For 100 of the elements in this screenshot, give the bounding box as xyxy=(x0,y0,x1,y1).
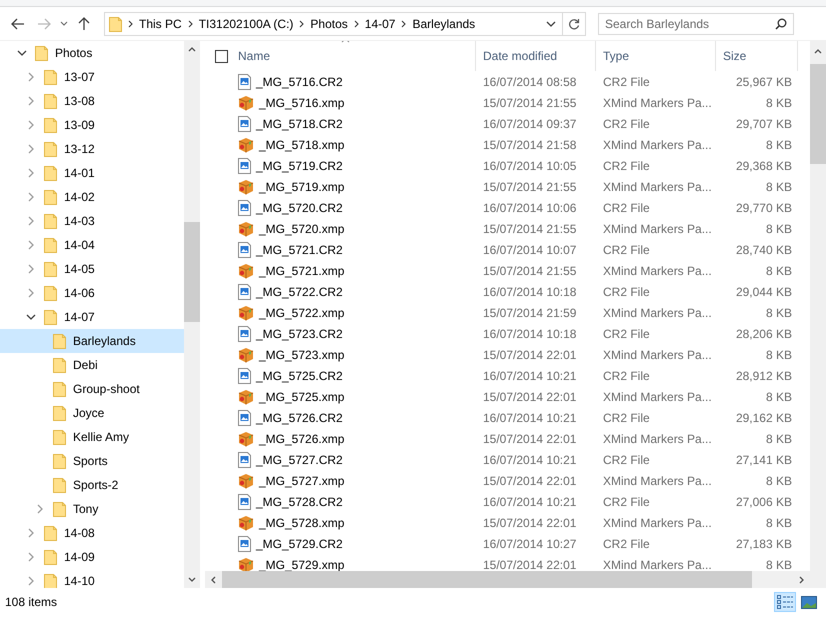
file-name[interactable]: _MG_5727.xmp xyxy=(205,472,476,488)
tree-item[interactable]: 14-05 xyxy=(0,257,184,281)
file-name[interactable]: _MG_5725.xmp xyxy=(205,388,476,404)
file-name[interactable]: _MG_5728.xmp xyxy=(205,514,476,530)
file-name[interactable]: _MG_5720.CR2 xyxy=(205,200,476,216)
chevron-right-icon[interactable] xyxy=(28,96,34,106)
scroll-right-icon[interactable] xyxy=(799,576,804,584)
chevron-down-icon[interactable] xyxy=(26,314,36,320)
file-name[interactable]: _MG_5723.xmp xyxy=(205,346,476,362)
size-cell-text: 8 KB xyxy=(764,138,793,152)
tree-item[interactable]: Sports xyxy=(0,449,184,473)
chevron-right-icon[interactable] xyxy=(28,528,34,538)
tree-item[interactable]: Kellie Amy xyxy=(0,425,184,449)
file-list-scrollbar[interactable] xyxy=(810,41,826,571)
breadcrumb[interactable]: This PC xyxy=(139,16,182,30)
file-name[interactable]: _MG_5729.CR2 xyxy=(205,536,476,552)
file-name[interactable]: _MG_5721.xmp xyxy=(205,262,476,278)
chevron-right-icon[interactable] xyxy=(28,192,34,202)
file-name[interactable]: _MG_5723.CR2 xyxy=(205,326,476,342)
file-name[interactable]: _MG_5718.CR2 xyxy=(205,116,476,132)
chevron-right-icon[interactable] xyxy=(28,120,34,130)
refresh-icon[interactable] xyxy=(568,18,580,30)
tree-item[interactable]: 14-06 xyxy=(0,281,184,305)
dropdown-icon[interactable] xyxy=(546,20,556,26)
forward-arrow-icon[interactable] xyxy=(37,18,51,30)
tree-item[interactable]: Debi xyxy=(0,353,184,377)
tree-item[interactable]: 14-07 xyxy=(0,305,184,329)
date-cell-text: 16/07/2014 10:18 xyxy=(482,326,578,340)
select-all-checkbox[interactable] xyxy=(215,50,228,62)
tree-item[interactable]: 13-08 xyxy=(0,89,184,113)
chevron-right-icon[interactable] xyxy=(28,72,34,82)
tree-item[interactable]: Tony xyxy=(0,497,184,521)
search-field[interactable]: Search Barleylands xyxy=(598,12,794,34)
tree-item[interactable]: Photos xyxy=(0,41,184,65)
tree-item[interactable]: 14-01 xyxy=(0,161,184,185)
scroll-left-icon[interactable] xyxy=(211,576,216,584)
tree-item[interactable]: 13-12 xyxy=(0,137,184,161)
file-name[interactable]: _MG_5726.xmp xyxy=(205,430,476,446)
breadcrumb[interactable]: 14-07 xyxy=(364,16,396,30)
type-cell-text: CR2 File xyxy=(602,536,651,550)
chevron-right-icon[interactable] xyxy=(28,552,34,562)
tree-item[interactable]: 14-03 xyxy=(0,209,184,233)
tree-item[interactable]: 14-09 xyxy=(0,545,184,569)
scrollbar-thumb[interactable] xyxy=(184,222,200,322)
file-name[interactable]: _MG_5727.CR2 xyxy=(205,452,476,468)
scroll-up-icon[interactable] xyxy=(814,49,822,54)
back-arrow-icon[interactable] xyxy=(11,18,25,30)
file-name[interactable]: _MG_5722.xmp xyxy=(205,304,476,320)
file-name[interactable]: _MG_5719.xmp xyxy=(205,178,476,194)
chevron-right-icon[interactable] xyxy=(28,576,34,586)
breadcrumb[interactable]: TI31202100A (C:) xyxy=(198,16,294,30)
file-name[interactable]: _MG_5728.CR2 xyxy=(205,494,476,510)
chevron-right-icon[interactable] xyxy=(28,240,34,250)
tree-item[interactable]: Joyce xyxy=(0,401,184,425)
chevron-right-icon[interactable] xyxy=(28,216,34,226)
tree-item[interactable]: 14-10 xyxy=(0,569,184,588)
view-button[interactable] xyxy=(774,592,796,612)
file-name[interactable]: _MG_5725.CR2 xyxy=(205,368,476,384)
chevron-right-icon[interactable] xyxy=(28,168,34,178)
file-name[interactable]: _MG_5721.CR2 xyxy=(205,242,476,258)
name-column-header[interactable]: Name xyxy=(205,41,476,71)
file-name[interactable]: _MG_5718.xmp xyxy=(205,136,476,152)
file-name[interactable]: _MG_5719.CR2 xyxy=(205,158,476,174)
up-arrow-icon[interactable] xyxy=(78,16,90,30)
tree-item[interactable]: 14-02 xyxy=(0,185,184,209)
scroll-down-icon[interactable] xyxy=(188,577,196,582)
folder-icon xyxy=(44,525,57,541)
column-header[interactable]: Date modified xyxy=(476,41,596,71)
tree-item[interactable]: Group-shoot xyxy=(0,377,184,401)
chevron-right-icon[interactable] xyxy=(28,288,34,298)
file-name[interactable]: _MG_5716.xmp xyxy=(205,94,476,110)
chevron-right-icon[interactable] xyxy=(28,144,34,154)
breadcrumb[interactable]: Barleylands xyxy=(412,16,476,30)
chevron-right-icon[interactable] xyxy=(37,504,43,514)
recent-locations-icon[interactable] xyxy=(60,21,68,26)
tree-item[interactable]: Barleylands xyxy=(0,329,184,353)
column-header[interactable]: Type xyxy=(596,41,716,71)
file-name[interactable]: _MG_5720.xmp xyxy=(205,220,476,236)
tree-item[interactable]: 14-08 xyxy=(0,521,184,545)
folder-icon xyxy=(44,549,57,565)
tree-item[interactable]: 14-04 xyxy=(0,233,184,257)
tree-scrollbar[interactable] xyxy=(184,41,200,588)
breadcrumb[interactable]: Photos xyxy=(310,16,348,30)
search-icon[interactable] xyxy=(775,18,787,30)
tree-item[interactable]: 13-07 xyxy=(0,65,184,89)
file-name[interactable]: _MG_5722.CR2 xyxy=(205,284,476,300)
tree-item[interactable]: Sports-2 xyxy=(0,473,184,497)
file-name[interactable]: _MG_5726.CR2 xyxy=(205,410,476,426)
column-header[interactable]: Size xyxy=(716,41,798,71)
size-cell-text: 25,967 KB xyxy=(734,74,793,88)
tree-item[interactable]: 13-09 xyxy=(0,113,184,137)
scroll-up-icon[interactable] xyxy=(188,47,196,52)
address-bar[interactable]: This PC TI31202100A (C:) Photos 14-07 Barleylands xyxy=(104,12,586,36)
file-name[interactable]: _MG_5716.CR2 xyxy=(205,74,476,90)
chevron-right-icon[interactable] xyxy=(28,264,34,274)
chevron-down-icon[interactable] xyxy=(17,50,27,56)
package-icon xyxy=(238,514,254,530)
package-icon xyxy=(238,94,254,110)
scrollbar-thumb[interactable] xyxy=(810,64,826,164)
type-cell-text: XMind Markers Pa... xyxy=(602,138,713,152)
